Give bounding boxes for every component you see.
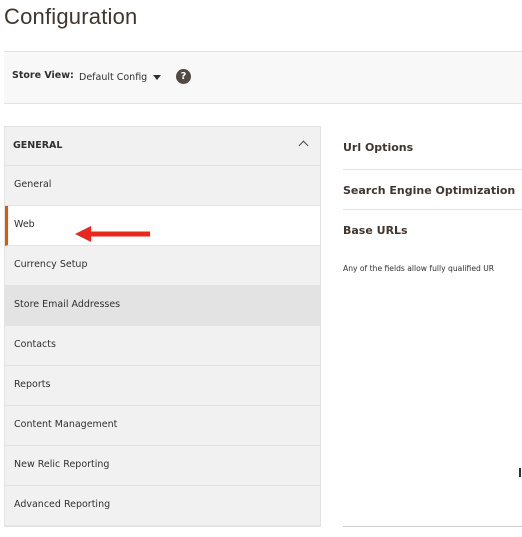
text-cursor-fragment [519, 468, 521, 477]
sidebar-item-store-email-addresses[interactable]: Store Email Addresses [5, 286, 320, 326]
section-title: Search Engine Optimization [343, 184, 516, 197]
sidebar-item-contacts[interactable]: Contacts [5, 326, 320, 366]
sidebar-item-label: Currency Setup [14, 259, 88, 270]
sidebar-item-label: Advanced Reporting [14, 499, 111, 510]
sidebar-item-content-management[interactable]: Content Management [5, 406, 320, 446]
sidebar-item-label: New Relic Reporting [14, 459, 110, 470]
section-divider [343, 526, 522, 527]
config-sidebar: GENERAL General Web Currency Setup Store… [4, 126, 321, 527]
store-view-selected: Default Config [79, 71, 148, 83]
store-view-switcher[interactable]: Default Config [79, 67, 162, 87]
sidebar-item-reports[interactable]: Reports [5, 366, 320, 406]
help-icon[interactable]: ? [176, 69, 191, 84]
sidebar-item-new-relic-reporting[interactable]: New Relic Reporting [5, 446, 320, 486]
sidebar-item-label: General [14, 179, 52, 190]
caret-down-icon [153, 74, 162, 80]
sidebar-item-label: Content Management [14, 419, 118, 430]
store-view-label: Store View: [12, 70, 74, 81]
sidebar-item-label: Reports [14, 379, 51, 390]
sidebar-item-label: Web [14, 219, 35, 230]
red-arrow-icon [75, 226, 150, 242]
chevron-up-icon [298, 140, 309, 151]
section-search-engine-optimization[interactable]: Search Engine Optimization [343, 170, 522, 210]
base-urls-note: Any of the fields allow fully qualified … [343, 264, 495, 273]
page-title: Configuration [4, 4, 138, 29]
sidebar-item-currency-setup[interactable]: Currency Setup [5, 246, 320, 286]
section-url-options[interactable]: Url Options [343, 126, 522, 170]
sidebar-item-label: Store Email Addresses [14, 299, 121, 310]
section-title: Url Options [343, 141, 414, 154]
sidebar-item-advanced-reporting[interactable]: Advanced Reporting [5, 486, 320, 526]
config-content: Url Options Search Engine Optimization B… [343, 126, 522, 250]
sidebar-group-general[interactable]: GENERAL [5, 127, 320, 166]
sidebar-item-general[interactable]: General [5, 166, 320, 206]
store-view-bar: Store View: Default Config ? [4, 51, 522, 104]
sidebar-item-label: Contacts [14, 339, 56, 350]
sidebar-item-web[interactable]: Web [5, 206, 320, 246]
section-title: Base URLs [343, 224, 408, 237]
sidebar-group-label: GENERAL [13, 140, 63, 151]
section-base-urls[interactable]: Base URLs [343, 210, 522, 250]
